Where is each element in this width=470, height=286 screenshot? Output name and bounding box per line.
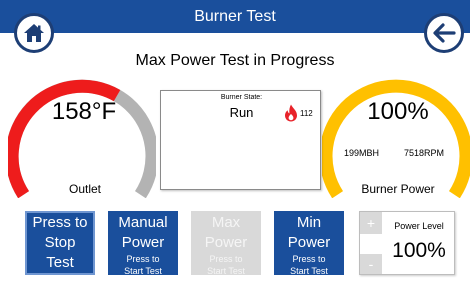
stop-button-line2: Stop bbox=[44, 234, 76, 251]
outlet-temperature-gauge bbox=[8, 79, 156, 198]
burner-power-label: Burner Power bbox=[361, 182, 435, 196]
min-button-line2: Power bbox=[287, 234, 331, 251]
min-button-sub2: Start Test bbox=[290, 266, 328, 276]
home-button[interactable] bbox=[14, 13, 54, 53]
page-title: Burner Test bbox=[194, 8, 276, 25]
home-icon bbox=[24, 24, 44, 42]
power-level-increase-button[interactable]: + bbox=[360, 212, 382, 234]
burner-power-value: 100% bbox=[367, 98, 429, 125]
test-status-title: Max Power Test in Progress bbox=[135, 52, 335, 69]
stop-button-line3: Test bbox=[46, 254, 74, 271]
mbh-readout: 199MBH bbox=[344, 148, 380, 158]
min-power-button[interactable]: Min Power Press to Start Test bbox=[274, 211, 344, 276]
max-button-sub2: Start Test bbox=[207, 266, 245, 276]
power-level-label: Power Level bbox=[394, 221, 444, 231]
rpm-readout: 7518RPM bbox=[404, 148, 445, 158]
manual-button-line2: Power bbox=[121, 234, 165, 251]
stop-button-line1: Press to bbox=[32, 214, 88, 231]
burner-state-panel: Burner State: Run 112 bbox=[160, 90, 321, 190]
min-button-line1: Min bbox=[296, 214, 322, 231]
flame-icon bbox=[285, 104, 297, 122]
burner-test-screen: Burner Test Max Power Test in Progress 1… bbox=[0, 0, 470, 286]
outlet-label: Outlet bbox=[68, 182, 101, 196]
manual-power-button[interactable]: Manual Power Press to Start Test bbox=[108, 211, 178, 276]
manual-button-sub1: Press to bbox=[126, 254, 160, 264]
burner-power-gauge bbox=[322, 79, 470, 198]
power-level-control: + - Power Level 100% bbox=[359, 211, 455, 275]
stop-test-button[interactable]: Press to Stop Test bbox=[25, 211, 95, 275]
min-button-sub1: Press to bbox=[292, 254, 326, 264]
flame-signal-value: 112 bbox=[300, 109, 313, 118]
max-button-line1: Max bbox=[211, 214, 241, 231]
outlet-temperature-value: 158°F bbox=[51, 98, 117, 125]
back-button[interactable] bbox=[424, 13, 464, 53]
power-level-value: 100% bbox=[392, 239, 446, 262]
arrow-left-icon bbox=[433, 23, 456, 43]
max-power-button[interactable]: Max Power Press to Start Test bbox=[191, 211, 261, 276]
power-level-decrease-button[interactable]: - bbox=[360, 254, 382, 274]
manual-button-line1: Manual bbox=[118, 214, 168, 231]
header-bar: Burner Test bbox=[0, 0, 470, 33]
max-button-line2: Power bbox=[204, 234, 248, 251]
manual-button-sub2: Start Test bbox=[124, 266, 162, 276]
burner-state-label: Burner State: bbox=[220, 94, 263, 101]
max-button-sub1: Press to bbox=[209, 254, 243, 264]
